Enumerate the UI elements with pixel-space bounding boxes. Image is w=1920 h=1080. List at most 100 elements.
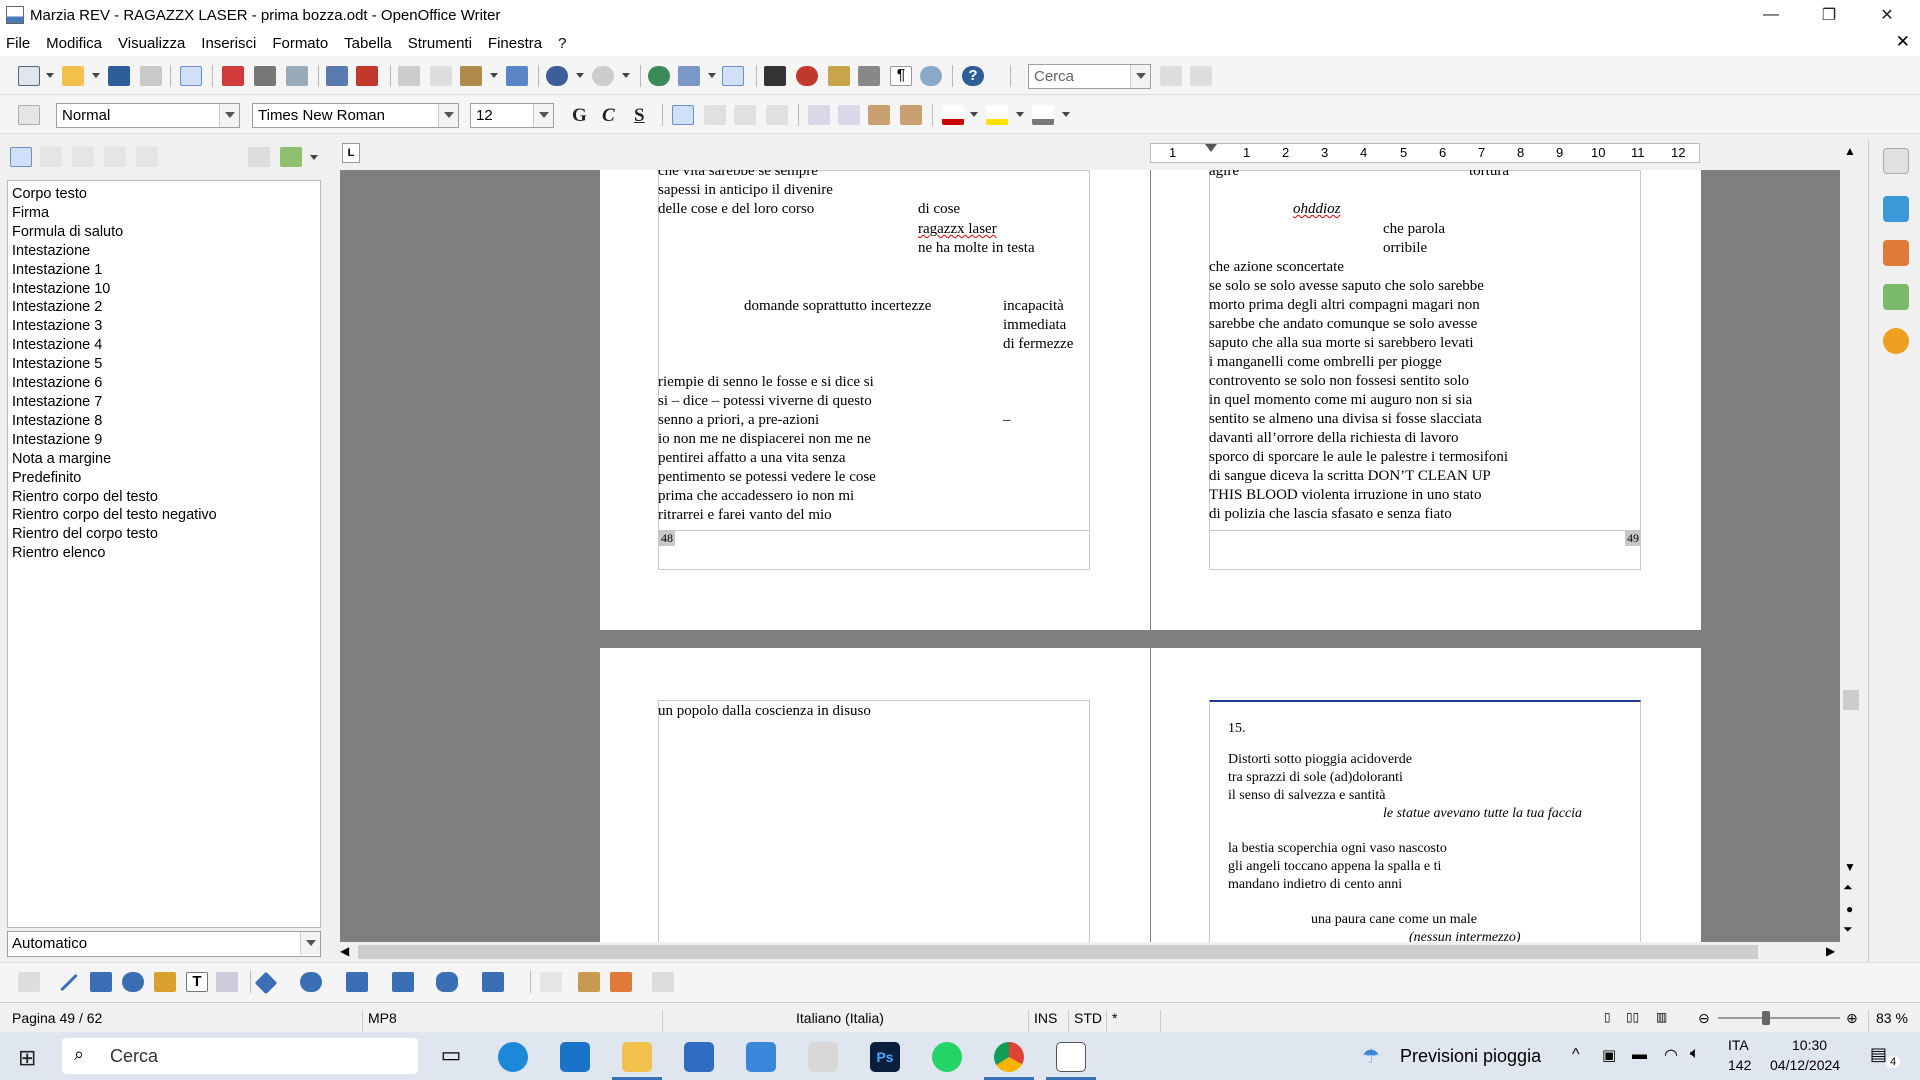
print-icon[interactable]	[254, 66, 276, 86]
gallery-icon[interactable]	[828, 66, 850, 86]
line-icon[interactable]	[60, 973, 78, 992]
language-indicator[interactable]: Italiano (Italia)	[796, 1010, 884, 1026]
background-color-icon[interactable]	[1032, 105, 1054, 125]
style-item[interactable]: Rientro corpo del testo negativo	[10, 506, 318, 525]
multi-page-view-icon[interactable]: ▯▯	[1626, 1010, 1639, 1024]
style-item[interactable]: Rientro del corpo testo	[10, 525, 318, 544]
menu-modifica[interactable]: Modifica	[46, 35, 102, 52]
styles-list[interactable]: Corpo testo Firma Formula di saluto Inte…	[7, 180, 321, 928]
close-button[interactable]: ✕	[1858, 0, 1916, 30]
scroll-up-icon[interactable]: ▲	[1844, 144, 1856, 158]
style-item[interactable]: Intestazione 5	[10, 355, 318, 374]
style-item[interactable]: Firma	[10, 204, 318, 223]
find-replace-icon[interactable]	[764, 66, 786, 86]
style-item[interactable]: Intestazione 1	[10, 261, 318, 280]
paste-dropdown-icon[interactable]	[490, 73, 498, 78]
chrome-icon[interactable]	[994, 1042, 1024, 1072]
bullets-icon[interactable]	[838, 105, 860, 125]
style-item[interactable]: Predefinito	[10, 469, 318, 488]
align-right-icon[interactable]	[734, 105, 756, 125]
paragraph-style-dropdown-icon[interactable]	[219, 104, 239, 127]
style-item[interactable]: Intestazione 7	[10, 393, 318, 412]
style-item[interactable]: Nota a margine	[10, 450, 318, 469]
navigator-deck-icon[interactable]	[1883, 328, 1909, 354]
taskbar-search-box[interactable]: ⌕ Cerca	[62, 1038, 418, 1074]
next-page-icon[interactable]: ⏷	[1843, 922, 1853, 937]
save-icon[interactable]	[108, 66, 130, 86]
align-center-icon[interactable]	[704, 105, 726, 125]
spellcheck-icon[interactable]	[326, 66, 348, 86]
style-item[interactable]: Intestazione 2	[10, 298, 318, 317]
font-size-select[interactable]: 12	[470, 103, 554, 128]
open-dropdown-icon[interactable]	[92, 73, 100, 78]
scroll-down-icon[interactable]: ▼	[1844, 860, 1856, 874]
email-icon[interactable]	[140, 66, 162, 86]
indent-marker[interactable]	[1205, 144, 1217, 152]
frame-styles-icon[interactable]	[72, 147, 94, 167]
page-49[interactable]: agire tortura ohddioz che parola orribil…	[1151, 170, 1701, 630]
new-style-dropdown-icon[interactable]	[310, 155, 318, 160]
menu-file[interactable]: File	[6, 35, 30, 52]
page-50[interactable]: un popolo dalla coscienza in disuso	[600, 648, 1150, 942]
menu-inserisci[interactable]: Inserisci	[201, 35, 256, 52]
font-name-select[interactable]: Times New Roman	[252, 103, 459, 128]
zoom-out-icon[interactable]: ⊖	[1698, 1010, 1710, 1027]
zoom-icon[interactable]	[920, 66, 942, 86]
font-name-dropdown-icon[interactable]	[438, 104, 458, 127]
cut-icon[interactable]	[398, 66, 420, 86]
new-dropdown-icon[interactable]	[46, 73, 54, 78]
clone-formatting-icon[interactable]	[506, 66, 528, 86]
input-language-code[interactable]: 142	[1728, 1057, 1751, 1073]
numbering-icon[interactable]	[808, 105, 830, 125]
italic-button[interactable]: C	[602, 105, 615, 127]
page-indicator[interactable]: Pagina 49 / 62	[12, 1010, 102, 1026]
paragraph-styles-icon[interactable]	[10, 147, 32, 167]
horizontal-ruler[interactable]: 1 1 2 3 4 5 6 7 8 9 10 11 12	[1150, 143, 1700, 163]
styles-filter-dropdown-icon[interactable]	[300, 932, 320, 955]
styles-filter-select[interactable]: Automatico	[7, 931, 321, 957]
undo-icon[interactable]	[546, 66, 568, 86]
windows-start-icon[interactable]: ⊞	[18, 1045, 36, 1071]
paste-icon[interactable]	[460, 66, 482, 86]
properties-icon[interactable]	[1883, 196, 1909, 222]
mail-icon[interactable]	[560, 1042, 590, 1072]
new-style-icon[interactable]	[280, 147, 302, 167]
data-sources-icon[interactable]	[858, 66, 880, 86]
zoom-in-icon[interactable]: ⊕	[1846, 1010, 1858, 1027]
horizontal-scrollbar[interactable]: ◀ ▶	[340, 942, 1840, 962]
edge-icon[interactable]	[498, 1042, 528, 1072]
background-color-dropdown-icon[interactable]	[1062, 112, 1070, 117]
flowchart-icon[interactable]	[392, 972, 414, 992]
app-icon[interactable]	[808, 1042, 838, 1072]
style-item[interactable]: Intestazione 3	[10, 317, 318, 336]
close-document-icon[interactable]: ✕	[1896, 32, 1910, 52]
from-file-icon[interactable]	[578, 972, 600, 992]
selection-mode-indicator[interactable]: STD	[1074, 1010, 1102, 1026]
table-icon[interactable]	[678, 66, 700, 86]
fill-format-icon[interactable]	[248, 147, 270, 167]
fontwork-icon[interactable]	[610, 972, 632, 992]
style-item[interactable]: Corpo testo	[10, 185, 318, 204]
clock-time[interactable]: 10:30	[1792, 1037, 1827, 1053]
character-styles-icon[interactable]	[40, 147, 62, 167]
styles-formatting-icon[interactable]	[18, 105, 40, 125]
export-pdf-icon[interactable]	[222, 66, 244, 86]
weather-icon[interactable]: ☂	[1362, 1044, 1380, 1069]
notification-icon[interactable]: ▤	[1870, 1044, 1887, 1065]
zoom-value[interactable]: 83 %	[1876, 1010, 1908, 1026]
store-icon[interactable]	[684, 1042, 714, 1072]
redo-dropdown-icon[interactable]	[622, 73, 630, 78]
copy-icon[interactable]	[430, 66, 452, 86]
style-item[interactable]: Intestazione 10	[10, 280, 318, 299]
text-icon[interactable]: T	[186, 972, 208, 992]
menu-visualizza[interactable]: Visualizza	[118, 35, 185, 52]
extrusion-icon[interactable]	[652, 972, 674, 992]
style-item[interactable]: Intestazione 4	[10, 336, 318, 355]
paragraph-style-select[interactable]: Normal	[56, 103, 240, 128]
highlighting-icon[interactable]	[986, 105, 1008, 125]
menu-strumenti[interactable]: Strumenti	[408, 35, 472, 52]
scroll-thumb[interactable]	[1843, 690, 1859, 710]
highlighting-dropdown-icon[interactable]	[1016, 112, 1024, 117]
zoom-slider-track[interactable]	[1718, 1017, 1840, 1019]
sidebar-menu-icon[interactable]	[1883, 148, 1909, 174]
